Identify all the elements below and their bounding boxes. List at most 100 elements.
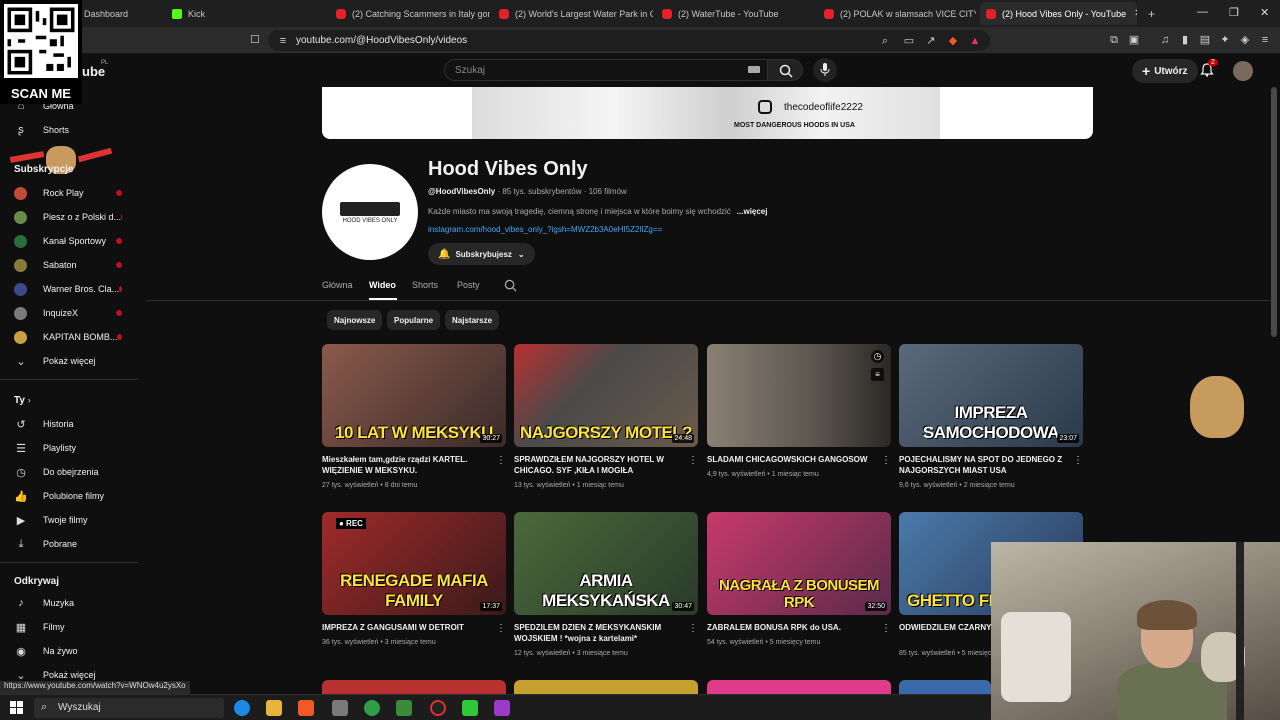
share-icon[interactable]: ↗ (924, 34, 938, 48)
brave-rewards-icon[interactable]: ▲ (968, 34, 982, 48)
app-icon[interactable] (332, 700, 348, 716)
brave-icon[interactable] (298, 700, 314, 716)
you-heading[interactable]: Ty › (14, 395, 31, 406)
more-options-icon[interactable]: ⋮ (1073, 455, 1083, 466)
sidebar-item-history[interactable]: ↺ Historia (0, 413, 138, 435)
app-icon[interactable] (494, 700, 510, 716)
video-title[interactable]: Mieszkałem tam,gdzie rządzi KARTEL. WIĘZ… (322, 454, 490, 476)
channel-description[interactable]: Każde miasto ma swoją tragedię, ciemną s… (428, 207, 767, 216)
sidebar-item-watch-later[interactable]: ◷ Do obejrzenia (0, 461, 138, 483)
vpn-icon[interactable]: ◈ (1238, 33, 1252, 47)
chip-newest[interactable]: Najnowsze (327, 310, 383, 330)
show-more-button[interactable]: ⌄ Pokaż więcej (0, 350, 138, 372)
video-thumbnail[interactable]: ● REC RENEGADE MAFIA FAMILY 17:37 (322, 512, 506, 615)
browser-tab[interactable]: (2) World's Largest Water Park in Gh (493, 2, 653, 25)
tab-home[interactable]: Główna (322, 280, 353, 290)
channel-avatar[interactable]: HOOD VIBES ONLY (322, 164, 418, 260)
video-thumbnail[interactable] (707, 680, 891, 694)
site-info-icon[interactable]: ≡ (276, 34, 290, 48)
video-title[interactable]: IMPREZA Z GANGUSAMI W DETROIT (322, 622, 490, 633)
scrollbar-thumb[interactable] (1271, 87, 1277, 337)
close-window-icon[interactable]: ✕ (1260, 6, 1269, 19)
more-options-icon[interactable]: ⋮ (881, 455, 891, 466)
search-icon[interactable] (504, 279, 517, 292)
bookmark-icon[interactable]: ☐ (248, 33, 262, 47)
subscriptions-heading[interactable]: Subskrypcje (14, 164, 73, 175)
watch-later-icon[interactable]: ◷ (871, 350, 884, 363)
sidebar-item-music[interactable]: ♪ Muzyka (0, 592, 138, 614)
media-icon[interactable]: ♫ (1158, 33, 1172, 47)
sidebar-subscription[interactable]: Piesz o z Polski d... (0, 206, 138, 228)
new-tab-button[interactable]: + (1142, 2, 1160, 25)
sidebar-subscription[interactable]: Rock Play (0, 182, 138, 204)
subscribe-button[interactable]: 🔔 Subskrybujesz ⌄ (428, 243, 535, 265)
url-field[interactable]: ≡ youtube.com/@HoodVibesOnly/videos ⌕ ▭ … (268, 30, 990, 51)
edge-icon[interactable] (234, 700, 250, 716)
sidebar-subscription[interactable]: InquizeX (0, 302, 138, 324)
file-explorer-icon[interactable] (266, 700, 282, 716)
search-input[interactable]: Szukaj (444, 59, 768, 81)
sidebar-subscription[interactable]: Sabaton (0, 254, 138, 276)
sidebar-item-downloads[interactable]: ⤓ Pobrane (0, 533, 138, 555)
add-to-queue-icon[interactable]: ≡ (871, 368, 884, 381)
video-thumbnail[interactable]: 10 LAT W MEKSYKU 30:27 (322, 344, 506, 447)
maximize-icon[interactable]: ❐ (1229, 6, 1239, 19)
minimize-icon[interactable]: — (1197, 6, 1208, 18)
youtube-logo[interactable]: ube (82, 64, 105, 79)
close-tab-icon[interactable]: ✕ (1126, 8, 1137, 19)
video-title[interactable]: POJECHALISMY NA SPOT DO JEDNEGO Z NAJGOR… (899, 454, 1067, 476)
app-icon[interactable] (462, 700, 478, 716)
browser-tab[interactable]: Kick (166, 2, 328, 25)
brave-shield-icon[interactable]: ◆ (946, 34, 960, 48)
channel-link[interactable]: instagram.com/hood_vibes_only_?igsh=MWZ2… (428, 225, 662, 234)
video-thumbnail[interactable]: ◷ ≡ (707, 344, 891, 447)
sidebar-item-films[interactable]: ▦ Filmy (0, 616, 138, 638)
more-options-icon[interactable]: ⋮ (496, 455, 506, 466)
search-button[interactable] (767, 59, 803, 81)
extensions-icon[interactable]: ⧉ (1107, 33, 1121, 47)
tab-videos[interactable]: Wideo (369, 280, 396, 290)
video-title[interactable]: SPRAWDZIŁEM NAJGORSZY HOTEL W CHICAGO. S… (514, 454, 682, 476)
sidebar-subscription[interactable]: Kanał Sportowy (0, 230, 138, 252)
chip-popular[interactable]: Popularne (387, 310, 441, 330)
sidebar-item-playlists[interactable]: ☰ Playlisty (0, 437, 138, 459)
chip-oldest[interactable]: Najstarsze (445, 310, 500, 330)
video-title[interactable]: SLADAMI CHICAGOWSKICH GANGOSOW (707, 454, 875, 465)
sidebar-item-shorts[interactable]: ʂ Shorts (0, 119, 138, 141)
windows-start-icon[interactable] (10, 701, 23, 714)
wallet-icon[interactable]: ▤ (1198, 33, 1212, 47)
obs-icon[interactable] (430, 700, 446, 716)
browser-tab[interactable]: (2) Catching Scammers in Italy gone (330, 2, 490, 25)
menu-icon[interactable]: ≡ (1258, 33, 1272, 47)
video-thumbnail[interactable]: IMPREZA SAMOCHODOWA 23:07 (899, 344, 1083, 447)
video-title[interactable]: SPEDZILEM DZIEN Z MEKSYKANSKIM WOJSKIEM … (514, 622, 682, 644)
more-options-icon[interactable]: ⋮ (881, 623, 891, 634)
video-thumbnail[interactable] (899, 680, 991, 694)
more-options-icon[interactable]: ⋮ (688, 455, 698, 466)
account-avatar[interactable] (1233, 61, 1253, 81)
sidebar-toggle-icon[interactable]: ▣ (1127, 33, 1141, 47)
voice-search-button[interactable] (813, 58, 837, 82)
more-options-icon[interactable]: ⋮ (496, 623, 506, 634)
leo-ai-icon[interactable]: ✦ (1218, 33, 1232, 47)
keyboard-icon[interactable] (748, 66, 760, 73)
sidebar-item-liked[interactable]: 👍 Polubione filmy (0, 485, 138, 507)
create-button[interactable]: + Utwórz (1132, 59, 1198, 83)
video-title[interactable]: ZABRALEM BONUSA RPK do USA. (707, 622, 875, 633)
sidebar-subscription[interactable]: KAPITAN BOMB... (0, 326, 138, 348)
reader-icon[interactable]: ▮ (1178, 33, 1192, 47)
browser-tab[interactable]: (2) WaterTube - YouTube (656, 2, 816, 25)
chrome-icon[interactable] (364, 700, 380, 716)
app-icon[interactable] (396, 700, 412, 716)
more-options-icon[interactable]: ⋮ (688, 623, 698, 634)
taskbar-search[interactable]: ⌕ Wyszukaj (34, 698, 224, 718)
cast-icon[interactable]: ▭ (902, 34, 916, 48)
video-thumbnail[interactable] (322, 680, 506, 694)
browser-tab[interactable]: (2) POLAK w slamsach VICE CITY - Yo (818, 2, 976, 25)
video-thumbnail[interactable]: ARMIA MEKSYKAŃSKA 30:47 (514, 512, 698, 615)
zoom-icon[interactable]: ⌕ (878, 34, 892, 48)
tab-posts[interactable]: Posty (457, 280, 480, 290)
browser-tab-active[interactable]: (2) Hood Vibes Only - YouTube✕ (980, 2, 1137, 25)
video-thumbnail[interactable]: NAGRAŁA Z BONUSEM RPK 32:50 (707, 512, 891, 615)
more-link[interactable]: ...więcej (737, 207, 768, 216)
